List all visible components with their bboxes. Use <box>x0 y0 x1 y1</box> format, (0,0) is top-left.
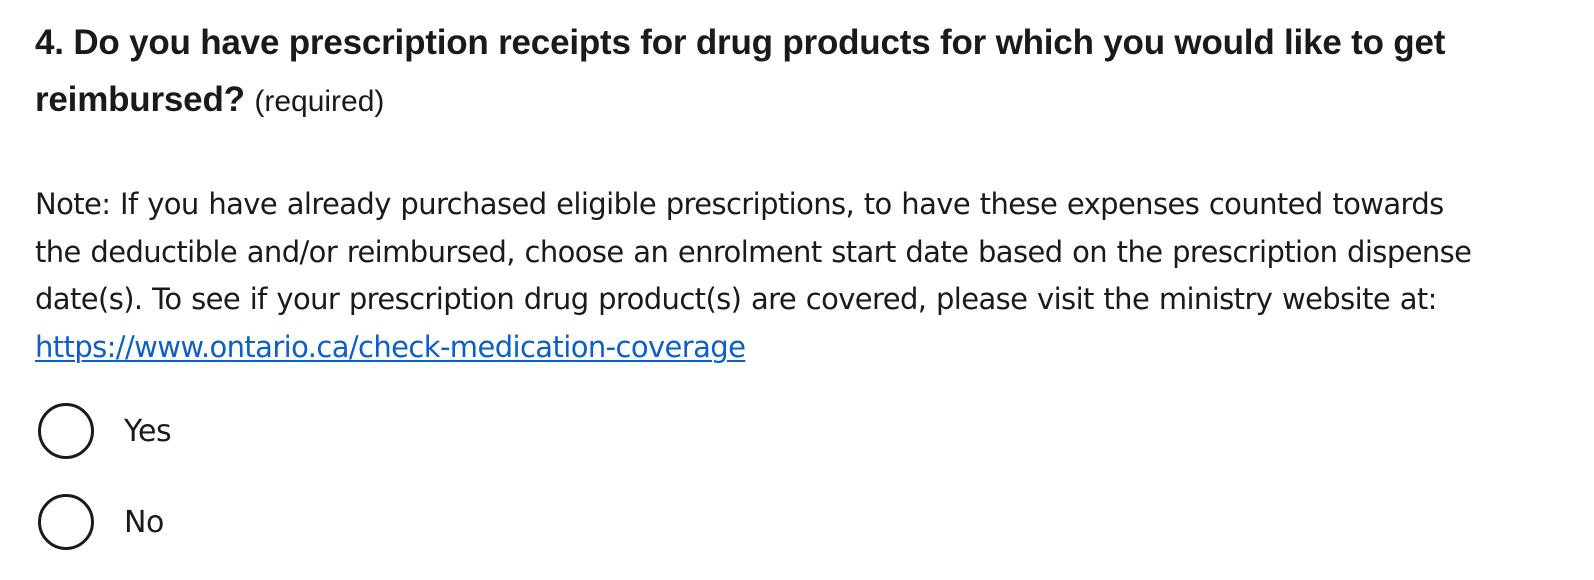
medication-coverage-link[interactable]: https://www.ontario.ca/check-medication-… <box>35 330 746 364</box>
radio-option-yes[interactable]: Yes <box>38 398 172 464</box>
radio-option-no[interactable]: No <box>38 489 171 555</box>
note-text: Note: If you have already purchased elig… <box>35 187 1472 316</box>
radio-label-yes[interactable]: Yes <box>124 414 172 449</box>
radio-button-yes[interactable] <box>38 403 94 459</box>
question-note: Note: If you have already purchased elig… <box>35 181 1475 371</box>
radio-button-no[interactable] <box>38 494 94 550</box>
question-text: 4. Do you have prescription receipts for… <box>35 23 1446 119</box>
radio-label-no[interactable]: No <box>124 505 164 540</box>
required-indicator: (required) <box>254 85 385 118</box>
radio-group: Yes No <box>38 398 172 580</box>
question-heading: 4. Do you have prescription receipts for… <box>35 14 1495 130</box>
